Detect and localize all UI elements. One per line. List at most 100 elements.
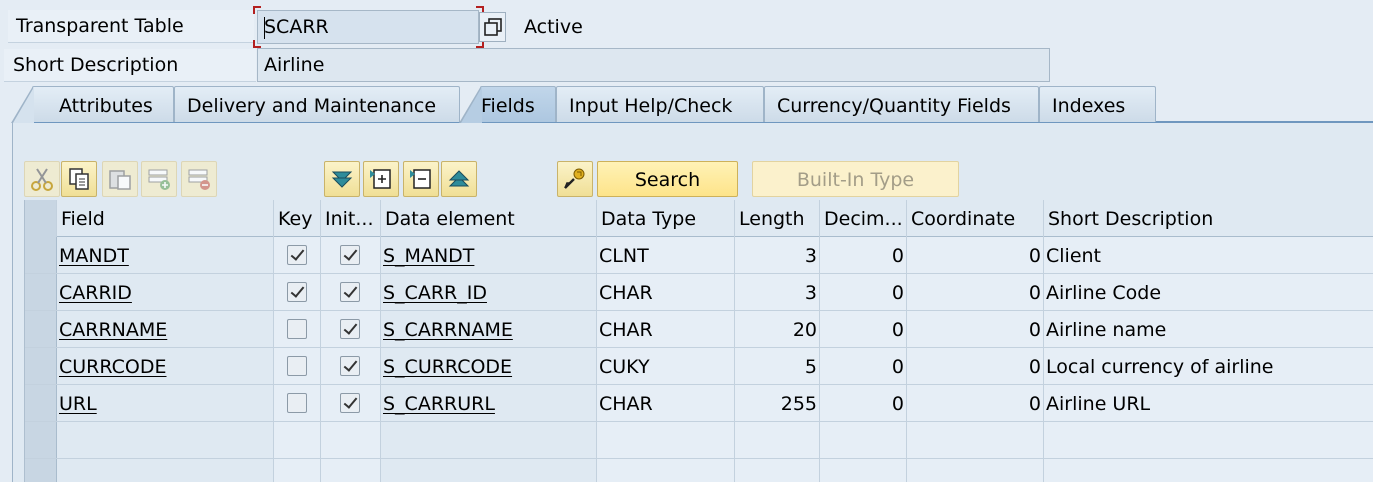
tab-indexes[interactable]: Indexes (1039, 86, 1156, 122)
window-icon (483, 18, 502, 36)
short-description-field[interactable]: Airline (257, 48, 1050, 82)
scroll-up-icon (448, 170, 470, 187)
display-object-button[interactable] (479, 12, 506, 42)
key-checkbox[interactable] (287, 356, 307, 376)
field-name-cell[interactable]: CARRNAME (57, 311, 274, 347)
tab-label: Delivery and Maintenance (187, 95, 437, 117)
cut-icon (31, 168, 53, 191)
delete-row-button[interactable] (181, 161, 217, 197)
empty-cell (597, 459, 735, 482)
tab-delivery-and-maintenance[interactable]: Delivery and Maintenance (174, 86, 460, 122)
coordinate-cell: 0 (907, 274, 1044, 310)
field-name-cell[interactable]: CURRCODE (57, 348, 274, 384)
empty-cell[interactable] (381, 422, 597, 458)
tab-attributes[interactable]: Attributes (11, 86, 174, 123)
data-element-cell[interactable]: S_CURRCODE (381, 348, 597, 384)
data-element-cell[interactable]: S_MANDT (381, 237, 597, 273)
empty-table-row (25, 422, 1373, 459)
init-checkbox[interactable] (340, 282, 360, 302)
row-selector[interactable] (25, 459, 57, 482)
column-header-length[interactable]: Length (735, 200, 820, 237)
scroll-down-icon (331, 171, 353, 188)
length-cell: 3 (735, 237, 820, 273)
key-cell (274, 237, 321, 273)
coordinate-cell: 0 (907, 237, 1044, 273)
row-selector[interactable] (25, 422, 57, 458)
row-selector[interactable] (25, 311, 57, 347)
decimals-cell: 0 (820, 237, 907, 273)
empty-cell (274, 459, 321, 482)
key-checkbox[interactable] (287, 319, 307, 339)
copy-button[interactable] (61, 161, 97, 197)
empty-cell[interactable] (57, 459, 274, 482)
paste-button[interactable] (102, 161, 138, 197)
row-selector-header[interactable] (25, 200, 57, 237)
init-checkbox[interactable] (340, 319, 360, 339)
column-header-data-type[interactable]: Data Type (597, 200, 735, 237)
short-description-cell: Airline name (1044, 311, 1373, 347)
empty-cell (1044, 459, 1373, 482)
key-cell (274, 385, 321, 421)
expand-button[interactable] (363, 161, 399, 197)
length-cell: 3 (735, 274, 820, 310)
tab-currency-quantity-fields[interactable]: Currency/Quantity Fields (764, 86, 1039, 122)
column-header-field[interactable]: Field (57, 200, 274, 237)
column-header-data-element[interactable]: Data element (381, 200, 597, 237)
field-name-cell[interactable]: MANDT (57, 237, 274, 273)
init-checkbox[interactable] (340, 356, 360, 376)
scroll-up-button[interactable] (441, 161, 477, 197)
empty-cell[interactable] (57, 422, 274, 458)
field-name-cell[interactable]: URL (57, 385, 274, 421)
tab-fields[interactable]: Fields (459, 86, 556, 123)
empty-cell (274, 422, 321, 458)
data-type-cell: CHAR (597, 385, 735, 421)
cut-button[interactable] (24, 161, 60, 197)
insert-row-button[interactable] (141, 161, 177, 197)
insert-row-icon (148, 169, 170, 190)
data-type-cell: CHAR (597, 311, 735, 347)
coordinate-cell: 0 (907, 348, 1044, 384)
tab-strip: Attributes Delivery and Maintenance Fiel… (11, 86, 1373, 123)
row-selector[interactable] (25, 237, 57, 273)
empty-cell (321, 459, 381, 482)
init-checkbox[interactable] (340, 393, 360, 413)
data-element-cell[interactable]: S_CARR_ID (381, 274, 597, 310)
empty-cell (735, 422, 820, 458)
search-button[interactable]: Search (597, 161, 738, 197)
column-header-coordinate[interactable]: Coordinate (907, 200, 1044, 237)
paste-icon (109, 170, 131, 190)
key-cell (274, 311, 321, 347)
field-name-cell[interactable]: CARRID (57, 274, 274, 310)
empty-cell[interactable] (381, 459, 597, 482)
data-element-cell[interactable]: S_CARRURL (381, 385, 597, 421)
init-checkbox[interactable] (340, 245, 360, 265)
column-header-decimals[interactable]: Decim... (820, 200, 907, 237)
empty-cell (597, 422, 735, 458)
row-selector[interactable] (25, 348, 57, 384)
row-selector[interactable] (25, 385, 57, 421)
column-header-short-description[interactable]: Short Description (1044, 200, 1373, 237)
empty-table-row (25, 459, 1373, 482)
column-header-key[interactable]: Key (274, 200, 321, 237)
table-name-field[interactable]: SCARR (257, 10, 479, 44)
key-checkbox[interactable] (287, 245, 307, 265)
built-in-type-button[interactable]: Built-In Type (752, 161, 959, 197)
data-element-cell[interactable]: S_CARRNAME (381, 311, 597, 347)
scroll-down-button[interactable] (324, 161, 360, 197)
empty-cell (907, 459, 1044, 482)
tab-label: Currency/Quantity Fields (777, 95, 1011, 117)
collapse-icon (410, 169, 431, 189)
collapse-button[interactable] (403, 161, 439, 197)
table-row: URL S_CARRURL CHAR 255 0 0 Airline URL (25, 385, 1373, 422)
foreign-key-button[interactable] (557, 161, 593, 197)
tab-input-help-check[interactable]: Input Help/Check (556, 86, 764, 122)
key-checkbox[interactable] (287, 393, 307, 413)
init-cell (321, 237, 381, 273)
length-cell: 255 (735, 385, 820, 421)
key-checkbox[interactable] (287, 282, 307, 302)
transparent-table-label: Transparent Table (8, 10, 254, 43)
column-header-init[interactable]: Init... (321, 200, 381, 237)
tab-label: Indexes (1052, 95, 1126, 117)
row-selector[interactable] (25, 274, 57, 310)
init-cell (321, 385, 381, 421)
